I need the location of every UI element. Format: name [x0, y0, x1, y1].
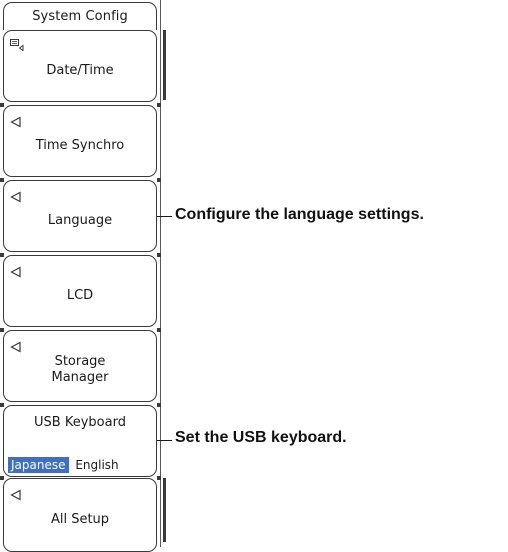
left-triangle-icon: [10, 489, 21, 501]
system-config-menu: System Config Date/Time Time Synchro Lan…: [0, 0, 168, 552]
option-japanese[interactable]: Japanese: [8, 457, 69, 473]
menu-title: System Config: [3, 2, 157, 30]
edge-tick: [157, 253, 161, 257]
option-english[interactable]: English: [72, 457, 121, 473]
softkey-lcd[interactable]: LCD: [3, 255, 157, 327]
callout-language: Configure the language settings.: [175, 206, 424, 223]
edge-tick: [157, 103, 161, 107]
edge-tick: [0, 253, 4, 257]
usb-keyboard-options: Japanese English: [8, 457, 122, 473]
left-triangle-icon: [10, 266, 21, 278]
left-triangle-icon: [10, 191, 21, 203]
edge-tick: [0, 328, 4, 332]
softkey-storage-manager[interactable]: Storage Manager: [3, 330, 157, 402]
softkey-time-synchro[interactable]: Time Synchro: [3, 105, 157, 177]
edge-tick: [157, 178, 161, 182]
edge-tick: [157, 476, 161, 480]
callout-usb-keyboard: Set the USB keyboard.: [175, 429, 347, 446]
callout-line-language: [157, 216, 172, 217]
edge-tick: [157, 403, 161, 407]
softkey-time-synchro-label: Time Synchro: [35, 138, 125, 153]
menu-scrollbar-thumb[interactable]: [163, 30, 166, 100]
softkey-language[interactable]: Language: [3, 180, 157, 252]
menu-title-label: System Config: [32, 9, 128, 24]
left-triangle-icon: [10, 341, 21, 353]
softkey-date-time[interactable]: Date/Time: [3, 30, 157, 102]
edge-tick: [0, 178, 4, 182]
softkey-storage-manager-label: Storage Manager: [51, 354, 109, 385]
edge-tick: [0, 103, 4, 107]
softkey-lcd-label: LCD: [66, 288, 94, 303]
edge-tick: [0, 403, 4, 407]
edge-tick: [0, 476, 4, 480]
softkey-usb-keyboard[interactable]: USB Keyboard Japanese English: [3, 405, 157, 477]
softkey-usb-keyboard-label: USB Keyboard: [34, 415, 126, 430]
menu-icon: [10, 39, 24, 51]
callout-line-usb-keyboard: [157, 440, 172, 441]
menu-scrollbar-thumb-lower[interactable]: [163, 478, 166, 542]
softkey-all-setup[interactable]: All Setup: [3, 478, 157, 552]
softkey-all-setup-label: All Setup: [50, 512, 110, 527]
softkey-date-time-label: Date/Time: [46, 63, 114, 78]
edge-tick: [157, 328, 161, 332]
left-triangle-icon: [10, 116, 21, 128]
softkey-language-label: Language: [47, 213, 113, 228]
